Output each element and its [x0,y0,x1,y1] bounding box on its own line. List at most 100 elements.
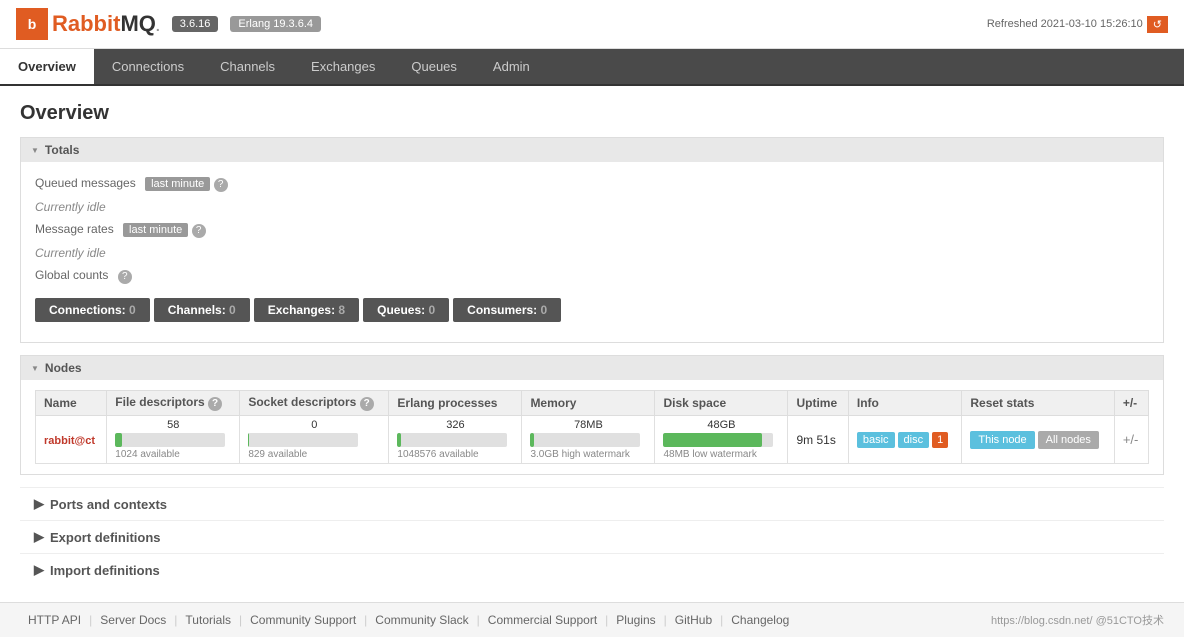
node-plusminus: +/- [1114,416,1148,464]
page-title: Overview [20,102,1164,125]
erlang-proc-container: 326 1048576 available [397,419,513,460]
export-section-header[interactable]: ▶ Export definitions [20,520,1164,553]
nav-admin[interactable]: Admin [475,49,548,84]
disk-bar [663,433,773,447]
nav-overview[interactable]: Overview [0,49,94,84]
logo-text: RabbitMQ. [52,11,160,37]
th-uptime: Uptime [788,391,848,416]
refresh-button[interactable]: ↺ [1147,16,1168,33]
file-desc-bar [115,433,225,447]
ports-section-header[interactable]: ▶ Ports and contexts [20,487,1164,520]
file-desc-help[interactable]: ? [208,397,222,411]
logo: b RabbitMQ. [16,8,160,40]
erlang-badge: Erlang 19.3.6.4 [230,16,321,32]
idle2-text: Currently idle [35,246,106,260]
message-rates-row: Message rates last minute ? [35,218,1149,242]
queued-tag[interactable]: last minute [145,177,210,191]
th-plusminus: +/- [1114,391,1148,416]
footer-commercial-support[interactable]: Commercial Support [480,611,605,629]
nodes-header[interactable]: ▼ Nodes [21,356,1163,380]
th-reset: Reset stats [962,391,1114,416]
all-nodes-button[interactable]: All nodes [1038,431,1099,449]
node-disk: 48GB 48MB low watermark [655,416,788,464]
exchanges-count: Exchanges: 8 [254,298,359,322]
nav-channels[interactable]: Channels [202,49,293,84]
footer-changelog[interactable]: Changelog [723,611,797,629]
main-content: Overview ▼ Totals Queued messages last m… [0,86,1184,602]
totals-section: ▼ Totals Queued messages last minute ? C… [20,137,1164,343]
footer-community-support[interactable]: Community Support [242,611,364,629]
memory-fill [530,433,533,447]
th-disk: Disk space [655,391,788,416]
rates-tag[interactable]: last minute [123,223,188,237]
ports-label: Ports and contexts [50,497,167,512]
top-bar: b RabbitMQ. 3.6.16 Erlang 19.3.6.4 Refre… [0,0,1184,49]
footer: HTTP API | Server Docs | Tutorials | Com… [0,602,1184,637]
footer-http-api[interactable]: HTTP API [20,611,89,629]
totals-triangle: ▼ [31,146,39,155]
footer-github[interactable]: GitHub [667,611,720,629]
rates-label: Message rates [35,222,114,236]
plusminus-icon[interactable]: +/- [1123,432,1139,447]
nodes-content: Name File descriptors ? Socket descripto… [21,380,1163,474]
erlang-proc-bar [397,433,507,447]
logo-icon: b [16,8,48,40]
nav-connections[interactable]: Connections [94,49,202,84]
node-memory: 78MB 3.0GB high watermark [522,416,655,464]
queued-label: Queued messages [35,176,136,190]
footer-tutorials[interactable]: Tutorials [177,611,239,629]
nodes-triangle: ▼ [31,364,39,373]
badge-num: 1 [932,432,948,448]
idle1-text: Currently idle [35,200,106,214]
memory-container: 78MB 3.0GB high watermark [530,419,646,460]
main-nav: Overview Connections Channels Exchanges … [0,49,1184,86]
footer-community-slack[interactable]: Community Slack [367,611,476,629]
memory-bar [530,433,640,447]
nodes-table: Name File descriptors ? Socket descripto… [35,390,1149,464]
socket-desc-container: 0 829 available [248,419,380,460]
nav-queues[interactable]: Queues [393,49,475,84]
reset-buttons: This node All nodes [970,431,1105,449]
queued-help[interactable]: ? [214,178,228,192]
import-label: Import definitions [50,563,160,578]
queued-messages-row: Queued messages last minute ? [35,172,1149,196]
counts-row: Connections: 0 Channels: 0 Exchanges: 8 … [35,298,1149,322]
idle1-row: Currently idle [35,196,1149,218]
socket-desc-help[interactable]: ? [360,397,374,411]
node-socket-desc: 0 829 available [240,416,389,464]
channels-count: Channels: 0 [154,298,250,322]
node-name: rabbit@ct [36,416,107,464]
queues-count: Queues: 0 [363,298,449,322]
global-counts-row: Global counts ? [35,264,1149,288]
th-memory: Memory [522,391,655,416]
node-reset: This node All nodes [962,416,1114,464]
import-section-header[interactable]: ▶ Import definitions [20,553,1164,586]
disk-container: 48GB 48MB low watermark [663,419,779,460]
totals-content: Queued messages last minute ? Currently … [21,162,1163,342]
nodes-table-body: rabbit@ct 58 1024 available [36,416,1149,464]
th-file-desc: File descriptors ? [107,391,240,416]
info-badges: basic disc 1 [857,432,954,448]
footer-server-docs[interactable]: Server Docs [92,611,174,629]
footer-right: https://blog.csdn.net/ @51CTO技术 [991,612,1164,628]
consumers-count: Consumers: 0 [453,298,561,322]
node-erlang-proc: 326 1048576 available [389,416,522,464]
rates-help[interactable]: ? [192,224,206,238]
this-node-button[interactable]: This node [970,431,1034,449]
connections-count: Connections: 0 [35,298,150,322]
file-desc-container: 58 1024 available [115,419,231,460]
footer-plugins[interactable]: Plugins [608,611,663,629]
version-badge: 3.6.16 [172,16,219,32]
ports-triangle: ▶ [34,496,44,512]
refresh-text: Refreshed 2021-03-10 15:26:10 [987,18,1143,30]
nav-exchanges[interactable]: Exchanges [293,49,393,84]
totals-header[interactable]: ▼ Totals [21,138,1163,162]
totals-label: Totals [45,143,79,157]
refresh-info: Refreshed 2021-03-10 15:26:10 ↺ [987,16,1168,33]
table-row: rabbit@ct 58 1024 available [36,416,1149,464]
socket-desc-bar [248,433,358,447]
th-socket-desc: Socket descriptors ? [240,391,389,416]
th-erlang-proc: Erlang processes [389,391,522,416]
export-label: Export definitions [50,530,161,545]
global-help[interactable]: ? [118,270,132,284]
